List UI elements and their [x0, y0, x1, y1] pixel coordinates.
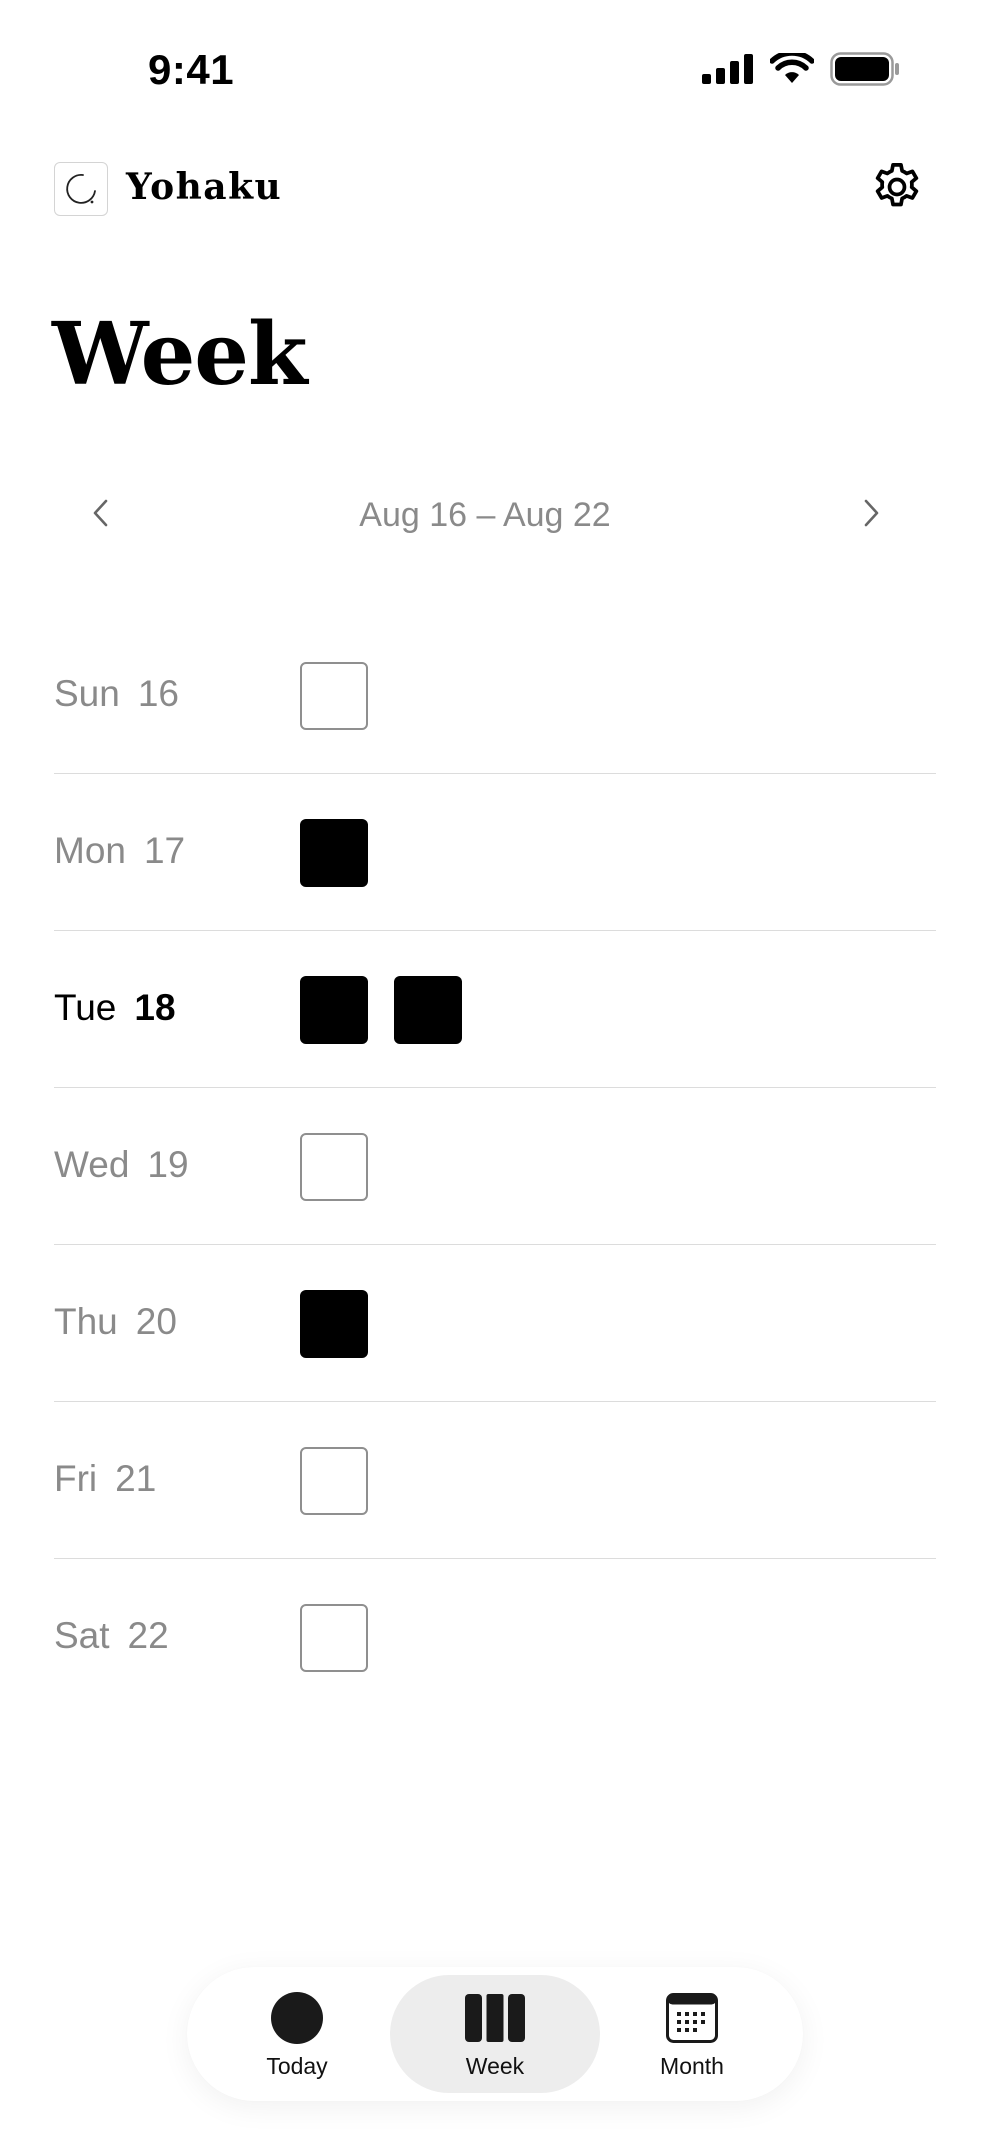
- day-weekday: Thu: [54, 1301, 118, 1342]
- day-date: 22: [127, 1615, 169, 1656]
- page-title: Week: [52, 304, 308, 405]
- week-columns-icon: [390, 1991, 600, 2045]
- day-row: Sun 16: [54, 617, 936, 774]
- enso-circle-icon: [54, 162, 108, 216]
- day-weekday: Tue: [54, 987, 117, 1028]
- tab-week[interactable]: Week: [390, 1975, 600, 2093]
- day-row: Tue 18: [54, 931, 936, 1088]
- day-row: Thu 20: [54, 1245, 936, 1402]
- day-list: Sun 16 Mon 17 Tue 18 Wed 19 Thu 20 Fri 21 Sat 22: [54, 617, 936, 1716]
- day-label: Sun 16: [54, 673, 179, 715]
- day-row: Mon 17: [54, 774, 936, 931]
- day-label: Sat 22: [54, 1615, 169, 1657]
- filled-mark[interactable]: [300, 1290, 368, 1358]
- day-row: Sat 22: [54, 1559, 936, 1716]
- empty-mark-checkbox[interactable]: [300, 662, 368, 730]
- status-bar: 9:41: [0, 0, 990, 130]
- day-label: Wed 19: [54, 1144, 189, 1186]
- chevron-right-icon: [858, 496, 884, 535]
- empty-mark-checkbox[interactable]: [300, 1604, 368, 1672]
- day-date: 20: [135, 1301, 177, 1342]
- settings-button[interactable]: [868, 160, 926, 218]
- day-label: Mon 17: [54, 830, 185, 872]
- day-label: Thu 20: [54, 1301, 177, 1343]
- filled-circle-icon: [192, 1991, 402, 2045]
- week-navigator: Aug 16 – Aug 22: [54, 480, 936, 550]
- tab-label: Week: [465, 2053, 525, 2079]
- tab-label: Today: [266, 2053, 328, 2079]
- wifi-icon: [769, 50, 815, 90]
- filled-mark[interactable]: [394, 976, 462, 1044]
- day-weekday: Mon: [54, 830, 126, 871]
- day-date: 17: [143, 830, 186, 871]
- day-marks: [300, 662, 368, 730]
- day-marks: [300, 819, 368, 887]
- empty-mark-checkbox[interactable]: [300, 1133, 368, 1201]
- tab-label: Month: [660, 2053, 724, 2079]
- battery-icon: [830, 52, 900, 91]
- day-weekday: Fri: [54, 1458, 98, 1499]
- day-label: Fri 21: [54, 1458, 156, 1500]
- status-icons: [702, 50, 900, 91]
- day-date: 21: [115, 1458, 157, 1499]
- day-weekday: Sat: [54, 1615, 110, 1656]
- cellular-signal-icon: [702, 54, 754, 89]
- tab-bar: Today Week Month: [187, 1967, 803, 2101]
- day-marks: [300, 1290, 368, 1358]
- day-marks: [300, 976, 462, 1044]
- day-marks: [300, 1604, 368, 1672]
- gear-icon: [869, 159, 925, 220]
- day-date: 19: [147, 1144, 189, 1185]
- tab-today[interactable]: Today: [192, 1975, 402, 2093]
- day-date: 18: [134, 987, 176, 1028]
- day-weekday: Wed: [54, 1144, 130, 1185]
- next-week-button[interactable]: [846, 490, 896, 540]
- day-marks: [300, 1133, 368, 1201]
- day-marks: [300, 1447, 368, 1515]
- calendar-grid-icon: [587, 1991, 797, 2045]
- day-weekday: Sun: [54, 673, 120, 714]
- empty-mark-checkbox[interactable]: [300, 1447, 368, 1515]
- filled-mark[interactable]: [300, 819, 368, 887]
- status-time: 9:41: [148, 46, 235, 93]
- app-name: Yohaku: [126, 166, 283, 208]
- filled-mark[interactable]: [300, 976, 368, 1044]
- tab-month[interactable]: Month: [587, 1975, 797, 2093]
- day-row: Wed 19: [54, 1088, 936, 1245]
- day-row: Fri 21: [54, 1402, 936, 1559]
- week-range-label: Aug 16 – Aug 22: [359, 496, 611, 534]
- day-date: 16: [137, 673, 179, 714]
- app-header: Yohaku: [54, 160, 926, 220]
- day-label: Tue 18: [54, 987, 176, 1029]
